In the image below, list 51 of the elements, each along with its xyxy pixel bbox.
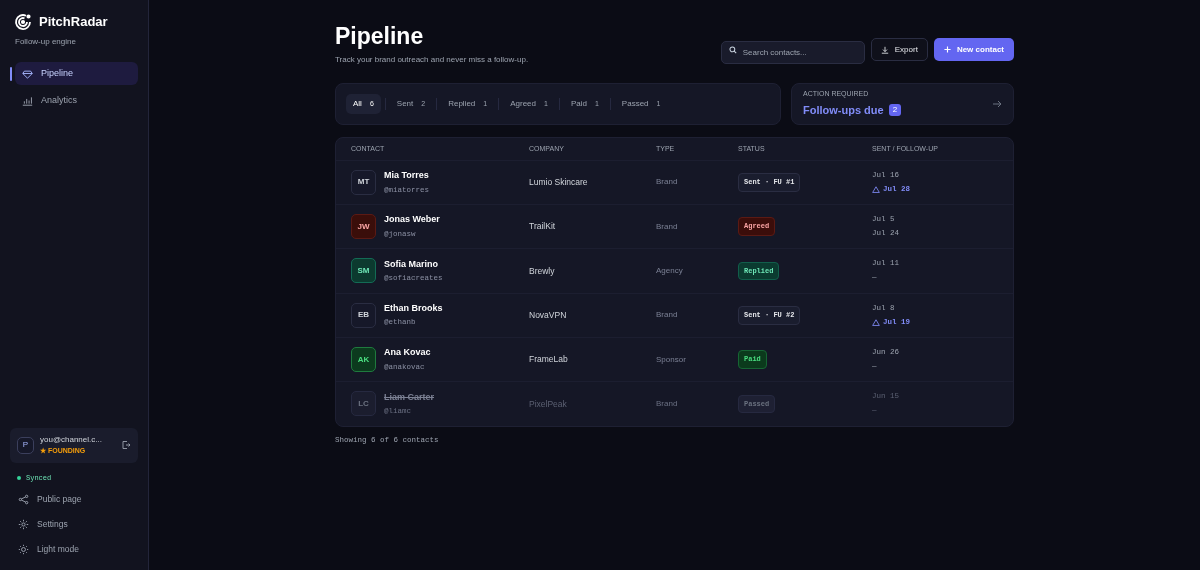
- app-tagline: Follow-up engine: [14, 36, 77, 48]
- app-name: PitchRadar: [39, 13, 108, 32]
- table-cell-text: Sponsor: [656, 353, 687, 366]
- search-icon: [728, 45, 737, 54]
- radar-logo-icon: [13, 12, 33, 32]
- contact-avatar: SM: [351, 258, 376, 284]
- contact-name: Sofia Marino: [384, 257, 439, 271]
- count-badge: 2: [888, 104, 902, 116]
- account-email: you@channel.c...: [40, 434, 103, 446]
- table-cell-text: Brand: [656, 220, 679, 233]
- contact-avatar: MT: [351, 169, 376, 195]
- sidebar-link[interactable]: Public page: [10, 489, 138, 510]
- nav-item[interactable]: Pipeline: [15, 62, 138, 85]
- table-cell-text: PixelPeak: [529, 397, 568, 411]
- account-avatar: P: [17, 436, 34, 454]
- card-title: Follow-ups due: [803, 102, 884, 118]
- contact-name: Ethan Brooks: [384, 301, 443, 315]
- page-subtitle: Track your brand outreach and never miss a follow-up.: [335, 53, 529, 66]
- plus-icon: [943, 46, 951, 53]
- share-icon: [18, 494, 29, 505]
- contact-avatar: EB: [351, 302, 376, 328]
- contact-name: Mia Torres: [384, 169, 429, 182]
- contact-avatar: AK: [351, 347, 376, 373]
- chart-icon: [22, 95, 33, 106]
- sidebar-link[interactable]: Settings: [10, 514, 138, 535]
- page-title: Pipeline: [335, 22, 425, 51]
- logout-icon[interactable]: [121, 440, 131, 451]
- contact-avatar: JW: [351, 214, 376, 240]
- nav-item[interactable]: Analytics: [15, 89, 138, 112]
- contact-name: Jonas Weber: [384, 213, 440, 227]
- table-cell-text: Brand: [656, 176, 679, 189]
- table-cell-text: Brewly: [529, 264, 556, 278]
- table-cell-text: Brand: [656, 397, 679, 410]
- contact-avatar: LC: [351, 391, 376, 417]
- new-contact-button[interactable]: New contact: [933, 38, 1014, 61]
- table-cell-text: Lumio Skincare: [529, 176, 589, 189]
- table-cell-text: TrailKit: [529, 220, 557, 234]
- export-button[interactable]: Export: [870, 38, 928, 61]
- contact-name: Liam Carter: [384, 390, 435, 404]
- table-cell-text: Brand: [656, 309, 679, 322]
- sun-icon: [18, 544, 29, 555]
- download-icon: [880, 45, 889, 54]
- sidebar-link[interactable]: Light mode: [10, 539, 138, 560]
- table-cell-text: NovaVPN: [529, 308, 568, 322]
- table-cell-text: Agency: [656, 265, 684, 277]
- diamond-icon: [22, 68, 33, 79]
- table-cell-text: FrameLab: [529, 353, 569, 366]
- contact-name: Ana Kovac: [384, 346, 431, 360]
- gear-icon: [18, 519, 29, 530]
- arrow-right-icon: [992, 98, 1002, 109]
- search-field[interactable]: Search contacts...: [720, 41, 865, 64]
